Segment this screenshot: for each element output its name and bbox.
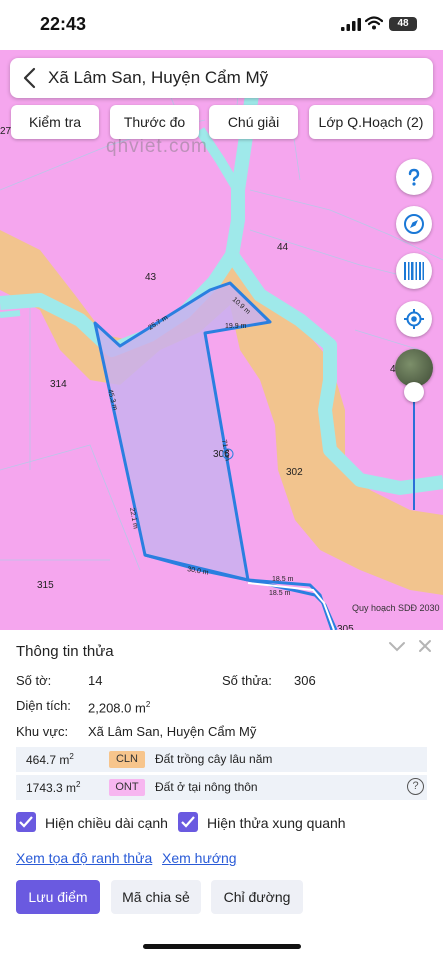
region-label: Khu vực: <box>16 724 69 739</box>
compass-button[interactable] <box>396 206 432 242</box>
land-use-code-badge: ONT <box>109 779 145 796</box>
show-neighbor-parcels-checkbox[interactable] <box>178 812 198 832</box>
save-point-button[interactable]: Lưu điểm <box>16 880 100 914</box>
location-title: Xã Lâm San, Huyện Cẩm Mỹ <box>48 68 269 87</box>
land-use-help-icon[interactable]: ? <box>407 778 424 795</box>
measure-button[interactable]: Thước đo <box>110 105 199 139</box>
directions-button[interactable]: Chỉ đường <box>211 880 303 914</box>
edge-length-label: 18.5 m <box>272 576 294 583</box>
status-time: 22:43 <box>40 14 87 34</box>
parcel-number-value: 306 <box>294 673 316 688</box>
my-location-button[interactable] <box>396 301 432 337</box>
share-code-button[interactable]: Mã chia sẻ <box>111 880 201 914</box>
question-icon <box>408 168 420 186</box>
show-edge-lengths-checkbox[interactable] <box>16 812 36 832</box>
check-button[interactable]: Kiểm tra <box>11 105 99 139</box>
location-bar[interactable]: Xã Lâm San, Huyện Cẩm Mỹ <box>10 58 433 98</box>
land-use-description: Đất ở tại nông thôn <box>155 780 258 794</box>
parcel-number-315: 315 <box>37 580 54 591</box>
wifi-icon <box>365 16 383 30</box>
legend-button[interactable]: Chú giải <box>209 105 298 139</box>
map-credit: Quy hoạch SDĐ 2030 <box>352 603 440 613</box>
land-use-row: 1743.3 m2 ONT Đất ở tại nông thôn ? <box>16 775 427 800</box>
crosshair-location-icon <box>404 309 424 329</box>
parcel-number-43: 43 <box>145 272 157 283</box>
back-arrow-icon[interactable] <box>22 67 36 89</box>
battery-icon: 48 <box>389 17 417 31</box>
sheet-number-label: Số tờ: <box>16 673 52 688</box>
checkmark-icon <box>181 816 195 828</box>
opacity-slider-handle[interactable] <box>404 382 424 402</box>
land-use-description: Đất trồng cây lâu năm <box>155 752 273 766</box>
compass-icon <box>404 214 424 234</box>
planning-layer-button[interactable]: Lớp Q.Hoạch (2) <box>309 105 433 139</box>
land-use-row: 464.7 m2 CLN Đất trồng cây lâu năm <box>16 747 427 772</box>
area-label: Diện tích: <box>16 698 71 713</box>
barcode-button[interactable] <box>396 253 432 289</box>
parcel-number-314: 314 <box>50 379 67 390</box>
barcode-icon <box>404 262 424 280</box>
parcel-number-label: Số thửa: <box>222 673 272 688</box>
parcel-number-27: 27 <box>0 126 12 137</box>
parcel-number-44: 44 <box>277 242 289 253</box>
show-neighbor-parcels-label[interactable]: Hiện thửa xung quanh <box>207 815 346 831</box>
status-bar: 22:43 48 <box>0 0 443 50</box>
watermark: qhviet.com <box>106 136 208 157</box>
view-boundary-coordinates-link[interactable]: Xem tọa độ ranh thửa <box>16 850 152 866</box>
view-direction-link[interactable]: Xem hướng <box>162 850 237 866</box>
edge-length-label: 19.9 m <box>225 323 247 330</box>
panel-title: Thông tin thửa <box>16 643 114 660</box>
region-value: Xã Lâm San, Huyện Cẩm Mỹ <box>88 724 257 739</box>
help-button[interactable] <box>396 159 432 195</box>
parcel-number-302: 302 <box>286 467 303 478</box>
chevron-down-icon[interactable] <box>388 639 406 653</box>
edge-length-label: 18.5 m <box>269 590 291 597</box>
cellular-signal-icon <box>341 18 361 31</box>
land-use-code-badge: CLN <box>109 751 145 768</box>
sheet-number-value: 14 <box>88 673 103 688</box>
close-icon[interactable] <box>418 639 432 653</box>
home-indicator <box>143 944 301 949</box>
checkmark-icon <box>19 816 33 828</box>
area-value: 2,208.0 m2 <box>88 700 151 716</box>
show-edge-lengths-label[interactable]: Hiện chiều dài cạnh <box>45 815 168 831</box>
opacity-slider-track[interactable] <box>413 392 415 510</box>
